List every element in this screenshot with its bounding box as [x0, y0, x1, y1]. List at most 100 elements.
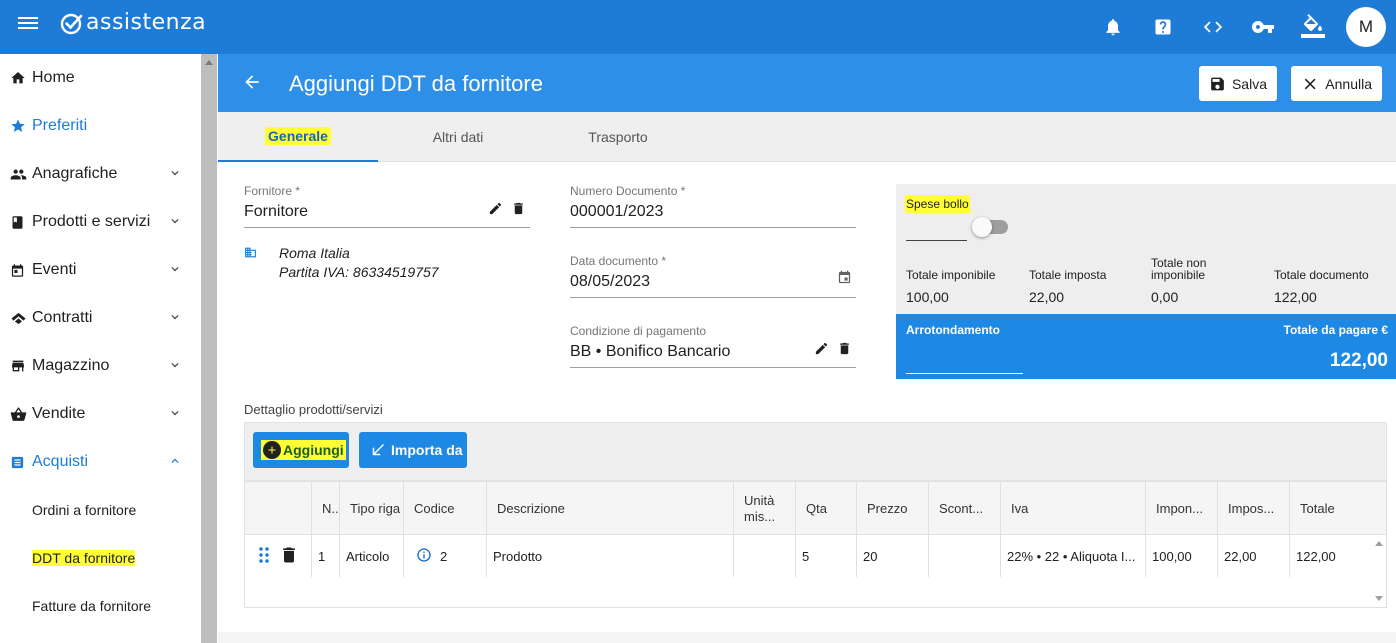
sidebar-item-home[interactable]: Home	[0, 54, 200, 102]
totale-da-pagare-box: Arrotondamento Totale da pagare € 122,00	[896, 314, 1396, 379]
import-button[interactable]: Importa da	[359, 432, 467, 468]
totale-non-imponibile: Totale non imponibile 0,00	[1151, 256, 1246, 305]
column-header[interactable]: Totale	[1289, 482, 1371, 535]
column-header[interactable]: Impon...	[1145, 482, 1217, 535]
form-content: Fornitore * Fornitore Roma Italia Partit…	[218, 162, 1396, 632]
sidebar-item-vendite[interactable]: Vendite	[0, 390, 200, 438]
floppy-icon	[1211, 77, 1224, 90]
key-icon[interactable]	[1238, 0, 1288, 54]
tab-generale[interactable]: Generale	[218, 112, 378, 162]
code-icon[interactable]	[1188, 0, 1238, 54]
add-row-button[interactable]: Aggiungi	[253, 432, 349, 468]
cell-tipo[interactable]: Articolo	[339, 535, 403, 577]
edit-icon[interactable]	[814, 341, 829, 361]
chevron-down-icon	[168, 310, 182, 329]
brand-logo[interactable]: assistenza	[60, 10, 206, 35]
sidebar-subitem-fatture[interactable]: Fatture da fornitore	[0, 582, 200, 630]
details-section-label: Dettaglio prodotti/servizi	[244, 402, 383, 417]
sidebar-subitem-ordini[interactable]: Ordini a fornitore	[0, 486, 200, 534]
numero-documento-field[interactable]: Numero Documento * 000001/2023	[570, 184, 856, 228]
cell-totale[interactable]: 122,00	[1289, 535, 1371, 577]
column-header[interactable]: Impos...	[1217, 482, 1289, 535]
chevron-down-icon	[168, 214, 182, 233]
sidebar-item-acquisti[interactable]: Acquisti	[0, 438, 200, 486]
cell-iva[interactable]: 22% • 22 • Aliquota I...	[1000, 535, 1145, 577]
sidebar: Home Preferiti Anagrafiche Prodotti e se…	[0, 54, 200, 643]
calendar-icon	[10, 263, 32, 278]
sidebar-subitem-ddt[interactable]: DDT da fornitore	[0, 534, 200, 582]
sidebar-item-contratti[interactable]: Contratti	[0, 294, 200, 342]
notifications-icon[interactable]	[1088, 0, 1138, 54]
sidebar-item-preferiti[interactable]: Preferiti	[0, 102, 200, 150]
cell-sconto[interactable]	[928, 535, 1000, 577]
sidebar-item-eventi[interactable]: Eventi	[0, 246, 200, 294]
supplier-vat: Partita IVA: 86334519757	[279, 264, 439, 280]
cell-codice[interactable]: 2	[403, 535, 486, 577]
condizione-pagamento-field[interactable]: Condizione di pagamento BB • Bonifico Ba…	[570, 324, 856, 368]
cell-imponibile[interactable]: 100,00	[1145, 535, 1217, 577]
sidebar-item-label: Vendite	[32, 405, 86, 422]
cancel-button[interactable]: Annulla	[1291, 66, 1382, 101]
sidebar-item-label: Magazzino	[32, 357, 110, 374]
sidebar-scrollbar[interactable]	[201, 54, 217, 643]
back-arrow-icon[interactable]	[242, 72, 262, 95]
spese-bollo-toggle[interactable]	[972, 217, 1008, 237]
arrotondamento-input[interactable]	[906, 350, 1023, 374]
totale-imponibile: Totale imponibile 100,00	[906, 259, 1026, 305]
cell-prezzo[interactable]: 20	[856, 535, 928, 577]
cell-descrizione[interactable]: Prodotto	[486, 535, 733, 577]
total-label: Totale non imponibile	[1151, 256, 1207, 282]
details-grid: N... Tipo riga Codice Descrizione Unità …	[244, 481, 1387, 608]
main-content: Aggiungi DDT da fornitore Salva Annulla …	[218, 54, 1396, 643]
sidebar-item-magazzino[interactable]: Magazzino	[0, 342, 200, 390]
fornitore-field[interactable]: Fornitore * Fornitore	[244, 184, 530, 228]
field-label: Numero Documento *	[570, 184, 686, 198]
column-header[interactable]: Descrizione	[486, 482, 733, 535]
sidebar-subitem-label: DDT da fornitore	[32, 550, 136, 566]
column-header[interactable]: Tipo riga	[339, 482, 403, 535]
calendar-icon[interactable]	[837, 270, 852, 290]
delete-icon[interactable]	[837, 341, 852, 361]
help-icon[interactable]	[1138, 0, 1188, 54]
star-icon	[10, 118, 32, 134]
paint-bucket-icon[interactable]	[1288, 0, 1338, 54]
data-documento-value: 08/05/2023	[570, 273, 651, 290]
arrow-down-left-icon	[372, 444, 384, 456]
menu-icon[interactable]	[18, 14, 38, 32]
spese-bollo-input[interactable]	[906, 218, 967, 241]
column-header[interactable]: Scont...	[928, 482, 1000, 535]
cell-qta[interactable]: 5	[795, 535, 856, 577]
cell-n[interactable]: 1	[311, 535, 339, 577]
drag-handle-icon[interactable]	[257, 546, 271, 567]
fornitore-value: Fornitore	[244, 203, 309, 220]
data-documento-field[interactable]: Data documento * 08/05/2023	[570, 254, 856, 298]
info-icon[interactable]	[416, 547, 432, 566]
total-label: Totale imponibile	[906, 268, 996, 282]
cell-imposta[interactable]: 22,00	[1217, 535, 1289, 577]
sidebar-item-anagrafiche[interactable]: Anagrafiche	[0, 150, 200, 198]
edit-icon[interactable]	[488, 201, 503, 221]
column-header[interactable]: Qta	[795, 482, 856, 535]
codice-value: 2	[440, 548, 448, 564]
save-button[interactable]: Salva	[1199, 66, 1277, 101]
delete-icon[interactable]	[511, 201, 526, 221]
sidebar-subitem-label: Fatture da fornitore	[32, 598, 152, 614]
numero-documento-value: 000001/2023	[570, 203, 664, 220]
avatar[interactable]: M	[1346, 7, 1386, 47]
column-header[interactable]: Codice	[403, 482, 486, 535]
sidebar-item-prodotti[interactable]: Prodotti e servizi	[0, 198, 200, 246]
table-row[interactable]: 1 Articolo 2 Prodotto 5 20 22% • 22 • Al…	[245, 535, 1371, 577]
delete-row-icon[interactable]	[279, 544, 299, 569]
column-header[interactable]: Unità mis...	[733, 482, 795, 535]
tab-altri-dati[interactable]: Altri dati	[378, 112, 538, 162]
header-actions	[245, 482, 311, 535]
column-header[interactable]: Iva	[1000, 482, 1145, 535]
column-header[interactable]: N...	[311, 482, 339, 535]
grid-scrollbar[interactable]	[1371, 535, 1386, 607]
sidebar-item-label: Acquisti	[32, 453, 89, 470]
close-icon	[1304, 78, 1316, 89]
row-actions	[245, 535, 311, 577]
cell-unita[interactable]	[733, 535, 795, 577]
tab-trasporto[interactable]: Trasporto	[538, 112, 698, 162]
column-header[interactable]: Prezzo	[856, 482, 928, 535]
